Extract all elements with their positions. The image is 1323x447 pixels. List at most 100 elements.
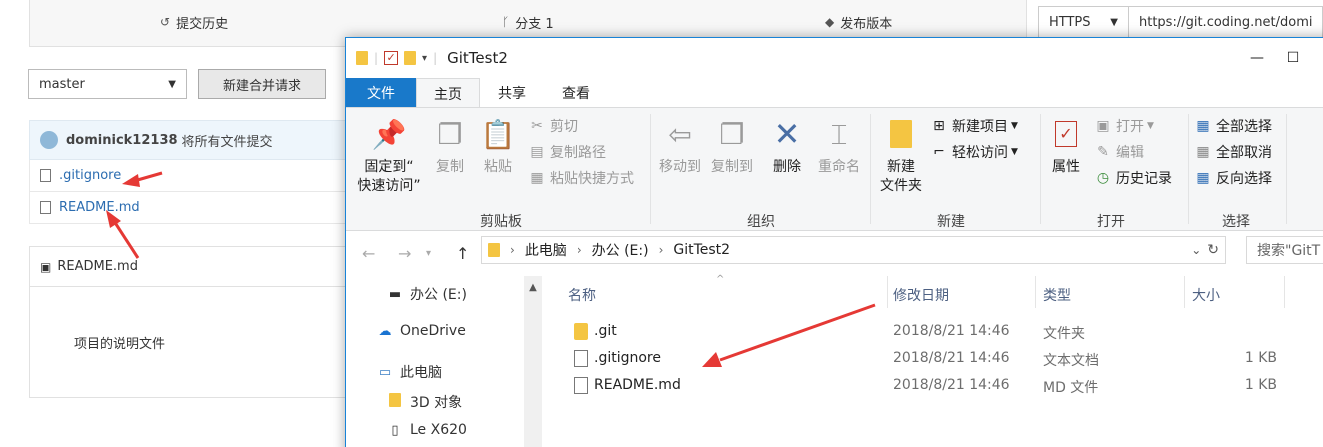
easy-access-button[interactable]: ⌐ 轻松访问 ▼ bbox=[930, 142, 1018, 162]
address-row: ← → ▾ ↑ › 此电脑 › 办公 (E:) › GitTest2 ⌄ ↻ 搜… bbox=[346, 232, 1323, 274]
nav-scrollbar[interactable]: ▲ bbox=[524, 276, 542, 447]
select-all-button[interactable]: ▦ 全部选择 bbox=[1194, 116, 1272, 136]
column-divider[interactable] bbox=[887, 276, 888, 308]
caret-down-icon: ▼ bbox=[1011, 147, 1018, 157]
history-icon: ◷ bbox=[1096, 170, 1110, 186]
refresh-icon[interactable]: ↻ bbox=[1207, 242, 1219, 258]
group-divider bbox=[650, 114, 651, 224]
column-divider[interactable] bbox=[1035, 276, 1036, 308]
file-link[interactable]: README.md bbox=[59, 200, 140, 215]
list-item[interactable]: .gitignore bbox=[29, 160, 349, 192]
group-divider bbox=[870, 114, 871, 224]
new-merge-request-button[interactable]: 新建合并请求 bbox=[198, 69, 326, 99]
commit-author[interactable]: dominick12138 bbox=[66, 133, 178, 148]
caret-down-icon: ▼ bbox=[168, 78, 176, 90]
column-divider[interactable] bbox=[1184, 276, 1185, 308]
up-arrow-icon[interactable]: ↑ bbox=[456, 244, 469, 263]
table-row[interactable]: .git 2018/8/21 14:46 文件夹 bbox=[564, 319, 1323, 345]
commit-message[interactable]: 将所有文件提交 bbox=[182, 131, 273, 150]
clipboard-icon: 📋 bbox=[480, 117, 516, 151]
move-to-button[interactable]: ⇦ 移动到 bbox=[656, 116, 704, 177]
shortcut-icon: ▦ bbox=[530, 170, 544, 186]
nav-item-onedrive[interactable]: ☁ OneDrive bbox=[376, 323, 466, 339]
ribbon-tabs: 文件 主页 共享 查看 bbox=[346, 78, 1323, 108]
group-organize-label: 组织 bbox=[747, 214, 775, 230]
group-divider bbox=[1286, 114, 1287, 224]
nav-item-this-pc[interactable]: ▭ 此电脑 bbox=[376, 362, 442, 382]
column-header-size[interactable]: 大小 bbox=[1192, 282, 1220, 308]
table-row[interactable]: README.md 2018/8/21 14:46 MD 文件 1 KB bbox=[564, 373, 1323, 399]
customize-toolbar-icon[interactable]: ▾ bbox=[422, 53, 427, 64]
column-divider[interactable] bbox=[1284, 276, 1285, 308]
file-type: MD 文件 bbox=[1043, 380, 1099, 396]
address-bar[interactable]: › 此电脑 › 办公 (E:) › GitTest2 ⌄ ↻ bbox=[481, 236, 1226, 264]
file-type: 文本文档 bbox=[1043, 353, 1099, 369]
search-input[interactable]: 搜索"GitT bbox=[1246, 236, 1323, 264]
breadcrumb[interactable]: 办公 (E:) bbox=[592, 240, 649, 260]
breadcrumb[interactable]: 此电脑 bbox=[525, 240, 567, 260]
cloud-icon: ☁ bbox=[378, 323, 392, 339]
back-arrow-icon[interactable]: ← bbox=[362, 244, 375, 263]
delete-button[interactable]: ✕ 删除 bbox=[766, 116, 808, 177]
folder-icon bbox=[574, 323, 588, 340]
table-row[interactable]: .gitignore 2018/8/21 14:46 文本文档 1 KB bbox=[564, 346, 1323, 372]
copy-path-icon: ▤ bbox=[530, 144, 544, 160]
properties-button[interactable]: ✓ 属性 bbox=[1046, 116, 1086, 177]
cut-button[interactable]: ✂ 剪切 bbox=[528, 116, 578, 136]
paste-button[interactable]: 📋 粘贴 bbox=[478, 116, 518, 177]
move-to-icon: ⇦ bbox=[668, 117, 692, 151]
file-link[interactable]: .gitignore bbox=[59, 168, 121, 183]
nav-item-3d-objects[interactable]: 3D 对象 bbox=[386, 392, 462, 412]
forward-arrow-icon[interactable]: → bbox=[398, 244, 411, 263]
clone-url-input[interactable]: https://git.coding.net/domi bbox=[1129, 15, 1312, 30]
pin-to-quick-access-button[interactable]: 📌 固定到“ 快速访问” bbox=[354, 116, 424, 196]
clone-protocol-select[interactable]: HTTPS ▼ bbox=[1039, 7, 1129, 37]
tab-share[interactable]: 共享 bbox=[480, 78, 544, 108]
tab-commit-history[interactable]: ↺ 提交历史 bbox=[160, 0, 228, 44]
paste-shortcut-button[interactable]: ▦ 粘贴快捷方式 bbox=[528, 168, 634, 188]
properties-icon[interactable]: ✓ bbox=[384, 51, 399, 65]
column-header-name[interactable]: 名称 bbox=[568, 282, 596, 308]
scissors-icon: ✂ bbox=[531, 118, 543, 134]
file-type: 文件夹 bbox=[1043, 326, 1085, 342]
file-icon bbox=[574, 377, 588, 394]
open-button[interactable]: ▣ 打开 ▼ bbox=[1094, 116, 1154, 136]
nav-item-le-x620[interactable]: ▯ Le X620 bbox=[386, 422, 467, 438]
scroll-up-icon[interactable]: ▲ bbox=[524, 282, 542, 293]
chevron-right-icon: › bbox=[576, 243, 582, 257]
folder-icon bbox=[488, 243, 500, 257]
history-button[interactable]: ◷ 历史记录 bbox=[1094, 168, 1172, 188]
title-bar[interactable]: | ✓ ▾ | GitTest2 — ☐ bbox=[346, 38, 1323, 78]
invert-selection-button[interactable]: ▦ 反向选择 bbox=[1194, 168, 1272, 188]
maximize-button[interactable]: ☐ bbox=[1270, 38, 1316, 78]
new-folder-icon[interactable] bbox=[404, 51, 417, 65]
copy-path-button[interactable]: ▤ 复制路径 bbox=[528, 142, 606, 162]
chevron-right-icon: › bbox=[510, 243, 515, 257]
caret-down-icon: ▼ bbox=[1011, 121, 1018, 131]
new-item-button[interactable]: ⊞ 新建项目 ▼ bbox=[930, 116, 1018, 136]
copy-button[interactable]: ❐ 复制 bbox=[430, 116, 470, 177]
recent-locations-icon[interactable]: ▾ bbox=[426, 248, 431, 259]
edit-button[interactable]: ✎ 编辑 bbox=[1094, 142, 1144, 162]
invert-selection-icon: ▦ bbox=[1196, 170, 1210, 186]
tab-home[interactable]: 主页 bbox=[416, 78, 480, 108]
copy-to-button[interactable]: ❐ 复制到 bbox=[708, 116, 756, 177]
file-size: 1 KB bbox=[1244, 350, 1277, 366]
rename-button[interactable]: ⌶ 重命名 bbox=[814, 116, 864, 177]
group-divider bbox=[1188, 114, 1189, 224]
chevron-down-icon[interactable]: ⌄ bbox=[1191, 243, 1201, 257]
breadcrumb[interactable]: GitTest2 bbox=[673, 242, 730, 258]
list-item[interactable]: README.md bbox=[29, 192, 349, 224]
tab-file[interactable]: 文件 bbox=[346, 78, 416, 108]
tab-view[interactable]: 查看 bbox=[544, 78, 608, 108]
phone-icon: ▯ bbox=[391, 422, 399, 438]
file-size: 1 KB bbox=[1244, 377, 1277, 393]
select-none-button[interactable]: ▦ 全部取消 bbox=[1194, 142, 1272, 162]
avatar bbox=[40, 131, 58, 149]
branch-select[interactable]: master ▼ bbox=[28, 69, 187, 99]
column-header-type[interactable]: 类型 bbox=[1043, 282, 1071, 308]
chevron-right-icon: › bbox=[658, 243, 664, 257]
nav-item-drive-e[interactable]: ▬ 办公 (E:) bbox=[386, 284, 467, 304]
column-header-date[interactable]: 修改日期 bbox=[893, 282, 949, 308]
new-folder-button[interactable]: 新建 文件夹 bbox=[876, 116, 926, 196]
